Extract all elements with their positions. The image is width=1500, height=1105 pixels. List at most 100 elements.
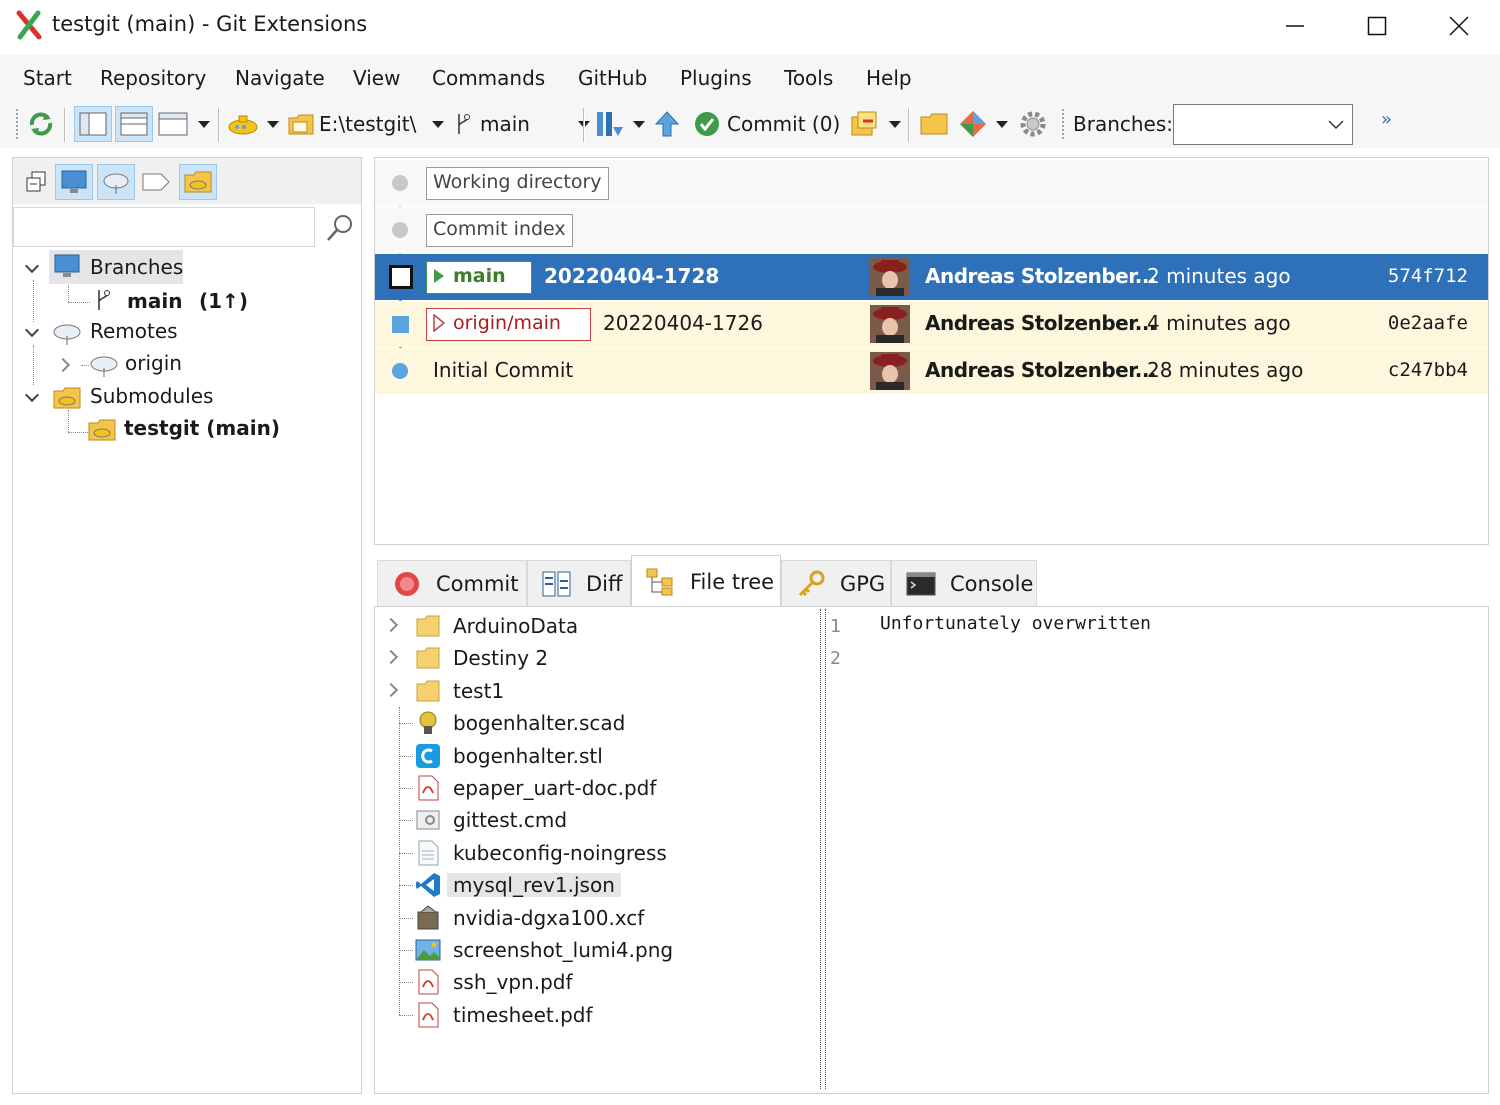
file-tree: ArduinoData Destiny 2 test1 bogenhalter.sca…	[375, 607, 815, 1093]
menu-commands[interactable]: Commands	[432, 66, 545, 90]
chevron-right-icon[interactable]	[55, 357, 71, 373]
file-tree-item[interactable]: bogenhalter.scad	[375, 707, 815, 739]
chevron-down-icon[interactable]	[24, 258, 40, 274]
branches-label: Branches:	[1073, 106, 1173, 142]
file-name: nvidia-dgxa100.xcf	[453, 905, 645, 930]
chevron-right-icon[interactable]	[383, 617, 399, 633]
tree-node-remote-origin[interactable]: origin	[125, 351, 182, 375]
revision-row[interactable]: origin/main 20220404-1726 Andreas Stolze…	[375, 301, 1488, 347]
tree-label-branch-main: main	[127, 289, 183, 313]
revision-row-working-directory[interactable]: Working directory	[375, 160, 1488, 206]
pull-button[interactable]	[593, 106, 645, 142]
close-button[interactable]	[1419, 0, 1499, 52]
tree-node-submodules[interactable]: Submodules	[90, 384, 213, 408]
file-viewer[interactable]: 1 2 Unfortunately overwritten	[830, 607, 1488, 1093]
tree-node-branches[interactable]: Branches	[49, 250, 183, 284]
toggle-remotes-button[interactable]	[97, 164, 135, 200]
file-tree-item[interactable]: ArduinoData	[375, 610, 815, 642]
refresh-button[interactable]	[26, 106, 56, 142]
stash-button[interactable]	[849, 106, 901, 142]
file-tree-item[interactable]: kubeconfig-noingress	[375, 837, 815, 869]
menu-start[interactable]: Start	[23, 66, 72, 90]
file-tree-item[interactable]: Destiny 2	[375, 642, 815, 674]
file-tree-item[interactable]: screenshot_lumi4.png	[375, 934, 815, 966]
tab-file-tree[interactable]: File tree	[631, 555, 781, 607]
toolbar-overflow-button[interactable]: »	[1381, 101, 1392, 137]
file-tree-item[interactable]: test1	[375, 675, 815, 707]
commit-hash: 0e2aafe	[1387, 312, 1468, 334]
sidebar-search-button[interactable]	[325, 213, 357, 245]
tree-connector	[33, 280, 34, 322]
chevron-right-icon[interactable]	[383, 650, 399, 665]
toggle-tags-button[interactable]	[137, 164, 175, 200]
chevron-down-icon[interactable]	[24, 322, 40, 338]
file-tree-item[interactable]: mysql_rev1.json	[375, 869, 815, 901]
tab-gpg[interactable]: GPG	[781, 560, 891, 606]
push-arrow-up-icon	[654, 111, 680, 137]
tree-connector	[68, 302, 90, 303]
tree-connector	[399, 885, 413, 887]
menu-github[interactable]: GitHub	[578, 66, 647, 90]
branches-filter-dropdown[interactable]	[1173, 104, 1353, 145]
tree-node-branch-main[interactable]: main (1↑)	[125, 286, 265, 318]
file-explorer-button[interactable]	[919, 106, 949, 142]
file-tree-item[interactable]: nvidia-dgxa100.xcf	[375, 902, 815, 934]
git-gui-button[interactable]	[958, 106, 1008, 142]
tab-console[interactable]: Console	[891, 560, 1037, 606]
tree-connector	[399, 788, 413, 789]
tab-diff[interactable]: Diff	[527, 560, 631, 606]
menu-repository[interactable]: Repository	[100, 66, 206, 90]
vscode-file-icon	[416, 873, 440, 898]
collapse-all-button[interactable]	[17, 164, 55, 200]
layout-split-button[interactable]	[115, 106, 153, 142]
cmd-file-icon	[416, 810, 440, 830]
branch-dropdown[interactable]: main	[454, 106, 590, 142]
file-tree-item[interactable]: timesheet.pdf	[375, 999, 815, 1031]
file-tree-item[interactable]: epaper_uart-doc.pdf	[375, 772, 815, 804]
pane-splitter[interactable]	[820, 609, 826, 1089]
toolbar-grip[interactable]	[1062, 109, 1066, 139]
menu-tools[interactable]: Tools	[784, 66, 833, 90]
open-repository-button[interactable]	[227, 106, 279, 142]
maximize-button[interactable]	[1337, 0, 1417, 52]
layout-sidebar-button[interactable]	[74, 106, 112, 142]
layout-menu-button[interactable]	[158, 106, 210, 142]
remote-ref-badge: origin/main	[426, 308, 591, 341]
toggle-submodules-button[interactable]	[179, 164, 217, 200]
tree-node-remotes[interactable]: Remotes	[90, 319, 178, 343]
repository-path-dropdown[interactable]: E:\testgit\	[287, 106, 445, 142]
revision-row[interactable]: Initial Commit Andreas Stolzenber... 28 …	[375, 348, 1488, 394]
file-tree-item[interactable]: bogenhalter.stl	[375, 740, 815, 772]
push-button[interactable]	[654, 106, 680, 142]
menu-view[interactable]: View	[353, 66, 400, 90]
menu-plugins[interactable]: Plugins	[680, 66, 752, 90]
settings-button[interactable]	[1019, 106, 1047, 142]
code-line: Unfortunately overwritten	[880, 613, 1151, 634]
file-name: kubeconfig-noingress	[453, 840, 667, 865]
revision-row-commit-index[interactable]: Commit index	[375, 207, 1488, 253]
commit-button[interactable]: Commit (0)	[693, 106, 840, 142]
file-tree-item[interactable]: ssh_vpn.pdf	[375, 966, 815, 998]
toggle-branches-button[interactable]	[55, 164, 93, 200]
tag-icon	[142, 173, 170, 191]
file-tree-item[interactable]: gittest.cmd	[375, 804, 815, 836]
tree-node-submodule-testgit[interactable]: testgit (main)	[124, 416, 280, 440]
tree-label-branches: Branches	[90, 255, 184, 279]
folder-icon	[920, 113, 948, 135]
pdf-file-icon	[418, 775, 439, 801]
menu-bar: Start Repository Navigate View Commands …	[0, 55, 1500, 101]
chevron-right-icon[interactable]	[383, 682, 399, 697]
commit-message: Initial Commit	[433, 358, 574, 382]
minimize-button[interactable]	[1255, 0, 1335, 52]
toolbar-grip[interactable]	[16, 109, 20, 139]
tab-label: Diff	[586, 571, 623, 596]
menu-help[interactable]: Help	[866, 66, 912, 90]
window-title: testgit (main) - Git Extensions	[52, 12, 368, 36]
revision-row[interactable]: main 20220404-1728 Andreas Stolzenber...…	[375, 254, 1488, 300]
tab-commit[interactable]: Commit	[377, 560, 527, 606]
commit-date: 4 minutes ago	[1147, 311, 1291, 335]
layout-bottom-icon	[158, 112, 188, 136]
menu-navigate[interactable]: Navigate	[235, 66, 325, 90]
chevron-down-icon[interactable]	[24, 387, 40, 403]
sidebar-search-input[interactable]	[13, 207, 315, 247]
